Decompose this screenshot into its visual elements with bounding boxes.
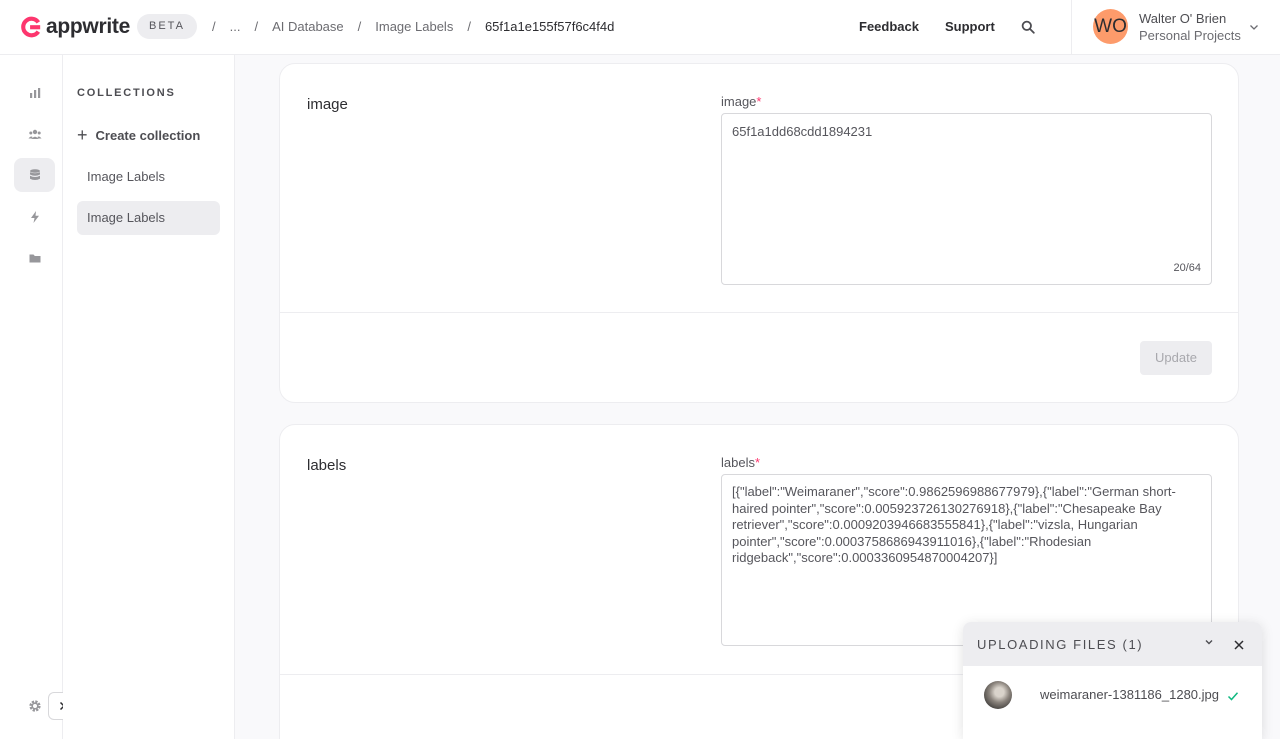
header-divider	[1071, 0, 1072, 55]
breadcrumb-document: 65f1a1e155f57f6c4f4d	[484, 19, 615, 34]
user-name[interactable]: Walter O' Brien	[1139, 11, 1226, 26]
breadcrumb-separator: /	[467, 19, 471, 34]
storage-nav[interactable]	[14, 241, 55, 275]
chart-icon	[29, 88, 40, 98]
image-field-label: image*	[721, 94, 761, 109]
icon-rail	[0, 55, 63, 739]
project-name[interactable]: Personal Projects	[1139, 28, 1241, 43]
top-header: appwrite BETA / ... / AI Database / Imag…	[0, 0, 1280, 55]
required-marker: *	[756, 94, 762, 109]
breadcrumb-collection[interactable]: Image Labels	[375, 19, 453, 34]
labels-field-label-text: labels	[721, 455, 755, 470]
image-textarea[interactable]: 65f1a1dd68cdd1894231 20/64	[721, 113, 1212, 285]
gear-icon	[28, 700, 41, 712]
image-card-title: image	[307, 96, 348, 113]
users-icon	[28, 129, 41, 139]
database-icon	[29, 169, 40, 181]
breadcrumb-separator: /	[212, 19, 216, 34]
upload-panel: UPLOADING FILES (1) weimaraner-1381186_1…	[963, 622, 1262, 739]
breadcrumb-database[interactable]: AI Database	[272, 19, 344, 34]
file-thumbnail	[984, 681, 1012, 709]
upload-panel-header: UPLOADING FILES (1)	[963, 622, 1262, 666]
collections-heading: COLLECTIONS	[77, 87, 176, 99]
plus-icon: +	[77, 125, 88, 145]
upload-file-name: weimaraner-1381186_1280.jpg	[1040, 687, 1219, 702]
required-marker: *	[754, 455, 761, 470]
check-icon	[1227, 692, 1239, 701]
create-collection-label: Create collection	[95, 128, 201, 143]
char-counter: 20/64	[1173, 261, 1201, 274]
databases-nav[interactable]	[14, 158, 55, 192]
labels-textarea[interactable]: [{"label":"Weimaraner","score":0.9862596…	[721, 474, 1212, 646]
functions-nav[interactable]	[14, 200, 55, 234]
support-link[interactable]: Support	[945, 19, 995, 34]
overview-nav[interactable]	[14, 76, 55, 110]
folder-icon	[29, 254, 40, 263]
sidebar-item-image-labels-active[interactable]: Image Labels	[77, 201, 220, 235]
appwrite-logo-icon	[21, 16, 41, 38]
labels-field-label: labels*	[721, 455, 760, 470]
image-field-label-text: image	[721, 94, 757, 109]
feedback-link[interactable]: Feedback	[859, 19, 919, 34]
create-collection-button[interactable]: + Create collection	[77, 125, 201, 145]
brand-name: appwrite	[46, 15, 130, 38]
appwrite-logo[interactable]: appwrite	[20, 15, 130, 39]
breadcrumb-ellipsis[interactable]: ...	[230, 19, 241, 34]
close-icon[interactable]	[1233, 639, 1245, 651]
labels-card-title: labels	[307, 457, 347, 474]
breadcrumb: / ... / AI Database / Image Labels / 65f…	[212, 19, 628, 34]
bolt-icon	[30, 211, 39, 223]
breadcrumb-separator: /	[357, 19, 362, 34]
card-divider	[280, 312, 1238, 313]
chevron-down-icon[interactable]	[1203, 636, 1215, 648]
image-value[interactable]: 65f1a1dd68cdd1894231	[732, 124, 872, 139]
update-button[interactable]: Update	[1140, 341, 1212, 375]
search-icon[interactable]	[1021, 20, 1035, 34]
auth-nav[interactable]	[14, 117, 55, 151]
breadcrumb-separator: /	[254, 19, 259, 34]
image-attribute-card: image image* 65f1a1dd68cdd1894231 20/64 …	[279, 63, 1239, 403]
beta-badge: BETA	[137, 14, 197, 39]
chevron-down-icon[interactable]	[1249, 22, 1259, 32]
labels-value[interactable]: [{"label":"Weimaraner","score":0.9862596…	[732, 484, 1176, 565]
avatar[interactable]: WO	[1093, 9, 1128, 44]
collections-sidebar: COLLECTIONS + Create collection Image La…	[63, 55, 235, 739]
sidebar-item-image-labels[interactable]: Image Labels	[77, 160, 220, 194]
upload-title: UPLOADING FILES (1)	[977, 637, 1144, 652]
